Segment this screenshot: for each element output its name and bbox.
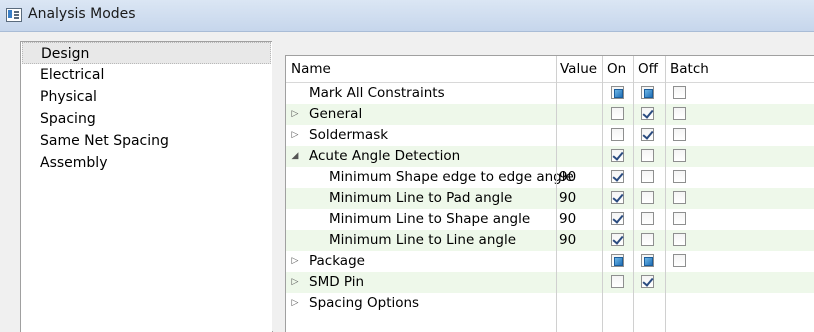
table-row[interactable]: Minimum Line to Line angle 90 bbox=[286, 230, 814, 251]
row-name-mark-all-constraints: Mark All Constraints bbox=[309, 85, 445, 101]
row-name-acute-angle-detection: Acute Angle Detection bbox=[309, 148, 461, 164]
on-checkbox[interactable] bbox=[611, 128, 624, 141]
batch-checkbox[interactable] bbox=[673, 107, 686, 120]
row-name-package: Package bbox=[309, 253, 365, 269]
batch-checkbox[interactable] bbox=[673, 254, 686, 267]
mode-item-assembly[interactable]: Assembly bbox=[22, 152, 271, 174]
off-checkbox[interactable] bbox=[641, 149, 654, 162]
table-row[interactable]: Minimum Line to Pad angle 90 bbox=[286, 188, 814, 209]
off-checkbox[interactable] bbox=[641, 191, 654, 204]
batch-checkbox[interactable] bbox=[673, 233, 686, 246]
batch-checkbox[interactable] bbox=[673, 170, 686, 183]
table-row[interactable]: Mark All Constraints bbox=[286, 83, 814, 104]
panel-splitter[interactable] bbox=[272, 41, 284, 331]
off-checkbox[interactable] bbox=[641, 233, 654, 246]
collapsed-arrow-icon[interactable]: ▷ bbox=[290, 293, 300, 314]
row-value[interactable]: 90 bbox=[559, 230, 576, 251]
on-checkbox[interactable] bbox=[611, 212, 624, 225]
modes-list: Design Electrical Physical Spacing Same … bbox=[20, 41, 273, 332]
on-checkbox[interactable] bbox=[611, 149, 624, 162]
off-checkbox[interactable] bbox=[641, 170, 654, 183]
row-name-general: General bbox=[309, 106, 363, 122]
window-app-icon bbox=[6, 8, 22, 22]
expanded-arrow-icon[interactable]: ◢ bbox=[290, 146, 300, 167]
table-row[interactable]: Minimum Shape edge to edge angle 90 bbox=[286, 167, 814, 188]
row-name-minimum-shape-edge-to-edge-angle: Minimum Shape edge to edge angle bbox=[329, 169, 574, 185]
table-row[interactable]: Minimum Line to Shape angle 90 bbox=[286, 209, 814, 230]
column-header-value[interactable]: Value bbox=[560, 56, 598, 82]
row-name-soldermask: Soldermask bbox=[309, 127, 389, 143]
table-row[interactable]: ◢ Acute Angle Detection bbox=[286, 146, 814, 167]
batch-checkbox[interactable] bbox=[673, 128, 686, 141]
column-header-on[interactable]: On bbox=[607, 56, 627, 82]
row-name-minimum-line-to-line-angle: Minimum Line to Line angle bbox=[329, 232, 517, 248]
row-name-minimum-line-to-pad-angle: Minimum Line to Pad angle bbox=[329, 190, 513, 206]
off-checkbox[interactable] bbox=[641, 107, 654, 120]
collapsed-arrow-icon[interactable]: ▷ bbox=[290, 125, 300, 146]
row-name-smd-pin: SMD Pin bbox=[309, 274, 365, 290]
collapsed-arrow-icon[interactable]: ▷ bbox=[290, 104, 300, 125]
column-divider bbox=[633, 56, 634, 332]
mode-item-same-net-spacing[interactable]: Same Net Spacing bbox=[22, 130, 271, 152]
on-checkbox[interactable] bbox=[611, 275, 624, 288]
batch-checkbox[interactable] bbox=[673, 191, 686, 204]
off-checkbox[interactable] bbox=[641, 275, 654, 288]
collapsed-arrow-icon[interactable]: ▷ bbox=[290, 272, 300, 293]
row-value[interactable]: 90 bbox=[559, 188, 576, 209]
table-row[interactable]: ▷ Soldermask bbox=[286, 125, 814, 146]
column-divider bbox=[556, 56, 557, 332]
on-checkbox[interactable] bbox=[611, 254, 624, 267]
row-name-minimum-line-to-shape-angle: Minimum Line to Shape angle bbox=[329, 211, 531, 227]
table-row[interactable]: ▷ Spacing Options bbox=[286, 293, 814, 314]
off-checkbox[interactable] bbox=[641, 86, 654, 99]
column-header-name[interactable]: Name bbox=[291, 56, 331, 82]
constraints-grid: Name Value On Off Batch Mark All Constra… bbox=[285, 55, 814, 332]
row-name-spacing-options: Spacing Options bbox=[309, 295, 420, 311]
column-divider bbox=[665, 56, 666, 332]
table-row[interactable]: ▷ SMD Pin bbox=[286, 272, 814, 293]
batch-checkbox[interactable] bbox=[673, 149, 686, 162]
collapsed-arrow-icon[interactable]: ▷ bbox=[290, 251, 300, 272]
column-header-batch[interactable]: Batch bbox=[670, 56, 709, 82]
on-checkbox[interactable] bbox=[611, 107, 624, 120]
mode-item-electrical[interactable]: Electrical bbox=[22, 64, 271, 86]
batch-checkbox[interactable] bbox=[673, 212, 686, 225]
on-checkbox[interactable] bbox=[611, 191, 624, 204]
mode-item-design[interactable]: Design bbox=[22, 42, 271, 64]
off-checkbox[interactable] bbox=[641, 254, 654, 267]
off-checkbox[interactable] bbox=[641, 128, 654, 141]
mode-item-spacing[interactable]: Spacing bbox=[22, 108, 271, 130]
row-value[interactable]: 90 bbox=[559, 167, 576, 188]
mode-item-physical[interactable]: Physical bbox=[22, 86, 271, 108]
title-bar: Analysis Modes bbox=[0, 0, 814, 32]
row-value[interactable]: 90 bbox=[559, 209, 576, 230]
on-checkbox[interactable] bbox=[611, 170, 624, 183]
on-checkbox[interactable] bbox=[611, 233, 624, 246]
table-row[interactable]: ▷ Package bbox=[286, 251, 814, 272]
table-row[interactable]: ▷ General bbox=[286, 104, 814, 125]
off-checkbox[interactable] bbox=[641, 212, 654, 225]
window-title: Analysis Modes bbox=[28, 6, 136, 22]
column-header-off[interactable]: Off bbox=[638, 56, 658, 82]
column-divider bbox=[602, 56, 603, 332]
on-checkbox[interactable] bbox=[611, 86, 624, 99]
batch-checkbox[interactable] bbox=[673, 86, 686, 99]
